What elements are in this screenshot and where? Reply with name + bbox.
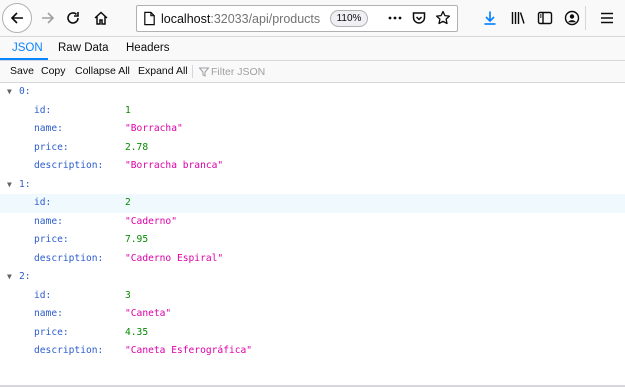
expand-toggle-icon[interactable]: ▼ bbox=[7, 268, 17, 287]
json-value: "Caneta Esferográfica" bbox=[125, 345, 253, 356]
tab-json[interactable]: JSON bbox=[12, 37, 43, 60]
json-key: name: bbox=[34, 123, 63, 134]
tree-row[interactable]: name: "Borracha" bbox=[0, 120, 625, 139]
filter-funnel-icon bbox=[199, 67, 209, 77]
library-button[interactable] bbox=[504, 4, 532, 32]
sidebar-icon bbox=[537, 10, 553, 26]
json-value: 3 bbox=[125, 289, 131, 301]
forward-arrow-icon bbox=[40, 10, 56, 26]
json-value: 1 bbox=[125, 104, 131, 116]
array-index: 1: bbox=[19, 178, 31, 190]
tab-headers[interactable]: Headers bbox=[126, 37, 169, 60]
url-path: :32033/api/products bbox=[210, 12, 321, 26]
json-key: name: bbox=[34, 308, 63, 319]
main-menu-button[interactable] bbox=[593, 4, 621, 32]
copy-button[interactable]: Copy bbox=[41, 64, 66, 79]
browser-toolbar: localhost:32033/api/products 110% bbox=[0, 0, 625, 37]
json-value: "Caneta" bbox=[125, 308, 172, 319]
forward-button[interactable] bbox=[34, 4, 62, 32]
json-value: 7.95 bbox=[125, 234, 149, 245]
tree-row[interactable]: description: "Caderno Espiral" bbox=[0, 250, 625, 269]
json-key: id: bbox=[34, 197, 52, 208]
expand-toggle-icon[interactable]: ▼ bbox=[7, 83, 17, 102]
tab-raw-data[interactable]: Raw Data bbox=[58, 37, 109, 60]
json-key: price: bbox=[34, 141, 69, 153]
json-key: description: bbox=[34, 345, 104, 356]
tree-row-index-2[interactable]: ▼ 2: bbox=[0, 268, 625, 287]
back-arrow-icon bbox=[9, 10, 25, 26]
pocket-icon bbox=[411, 10, 427, 26]
tree-row[interactable]: price: 7.95 bbox=[0, 231, 625, 250]
home-button[interactable] bbox=[87, 4, 115, 32]
json-value: 2 bbox=[125, 197, 131, 208]
account-button[interactable] bbox=[558, 4, 586, 32]
active-tab-indicator bbox=[0, 58, 48, 60]
action-separator bbox=[192, 65, 193, 78]
downloads-button[interactable] bbox=[476, 4, 504, 32]
bookmark-star-icon bbox=[435, 10, 451, 26]
tree-row-index-0[interactable]: ▼ 0: bbox=[0, 83, 625, 102]
account-icon bbox=[564, 10, 580, 26]
tree-row[interactable]: description: "Borracha branca" bbox=[0, 157, 625, 176]
collapse-all-button[interactable]: Collapse All bbox=[75, 64, 130, 79]
expand-toggle-icon[interactable]: ▼ bbox=[7, 176, 17, 195]
tree-row[interactable]: id: 1 bbox=[0, 102, 625, 121]
tree-row[interactable]: name: "Caderno" bbox=[0, 213, 625, 232]
json-key: price: bbox=[34, 234, 69, 245]
tree-row[interactable]: description: "Caneta Esferográfica" bbox=[0, 342, 625, 361]
array-index: 2: bbox=[19, 271, 31, 282]
json-value: 2.78 bbox=[125, 141, 149, 153]
tree-row[interactable]: name: "Caneta" bbox=[0, 305, 625, 324]
json-viewer-tabs: JSON Raw Data Headers bbox=[0, 37, 625, 61]
json-value: "Caderno" bbox=[125, 215, 177, 227]
zoom-level-badge[interactable]: 110% bbox=[330, 10, 368, 27]
json-key: id: bbox=[34, 104, 52, 116]
json-value: "Caderno Espiral" bbox=[125, 252, 224, 264]
home-icon bbox=[93, 10, 109, 26]
download-arrow-icon bbox=[482, 10, 498, 26]
json-key: name: bbox=[34, 215, 63, 227]
url-host: localhost bbox=[161, 12, 211, 26]
reload-icon bbox=[65, 10, 81, 26]
json-key: description: bbox=[34, 160, 104, 171]
filter-json-input[interactable] bbox=[211, 64, 411, 80]
filter-json-field[interactable] bbox=[199, 64, 459, 80]
sidebar-button[interactable] bbox=[531, 4, 559, 32]
toolbar-divider bbox=[585, 6, 586, 30]
json-value: "Borracha" bbox=[125, 123, 183, 134]
page-info-icon[interactable] bbox=[142, 11, 157, 26]
json-key: description: bbox=[34, 252, 104, 264]
json-value: "Borracha branca" bbox=[125, 160, 224, 171]
reload-button[interactable] bbox=[59, 4, 87, 32]
json-action-bar: Save Copy Collapse All Expand All bbox=[0, 61, 625, 83]
library-icon bbox=[510, 10, 526, 26]
tree-row[interactable]: price: 4.35 bbox=[0, 324, 625, 343]
array-index: 0: bbox=[19, 86, 31, 97]
tree-row-index-1[interactable]: ▼ 1: bbox=[0, 176, 625, 195]
bookmark-button[interactable] bbox=[429, 4, 457, 32]
hamburger-menu-icon bbox=[599, 10, 615, 26]
save-button[interactable]: Save bbox=[10, 64, 34, 79]
tree-row-hovered[interactable]: id: 2 bbox=[0, 194, 625, 213]
tree-row[interactable]: price: 2.78 bbox=[0, 139, 625, 158]
json-key: id: bbox=[34, 289, 52, 301]
json-value: 4.35 bbox=[125, 326, 149, 338]
json-key: price: bbox=[34, 326, 69, 338]
expand-all-button[interactable]: Expand All bbox=[138, 64, 188, 79]
more-dots-icon bbox=[387, 10, 403, 26]
back-button[interactable] bbox=[2, 3, 32, 33]
url-text[interactable]: localhost:32033/api/products bbox=[161, 12, 320, 26]
tree-row[interactable]: id: 3 bbox=[0, 287, 625, 306]
